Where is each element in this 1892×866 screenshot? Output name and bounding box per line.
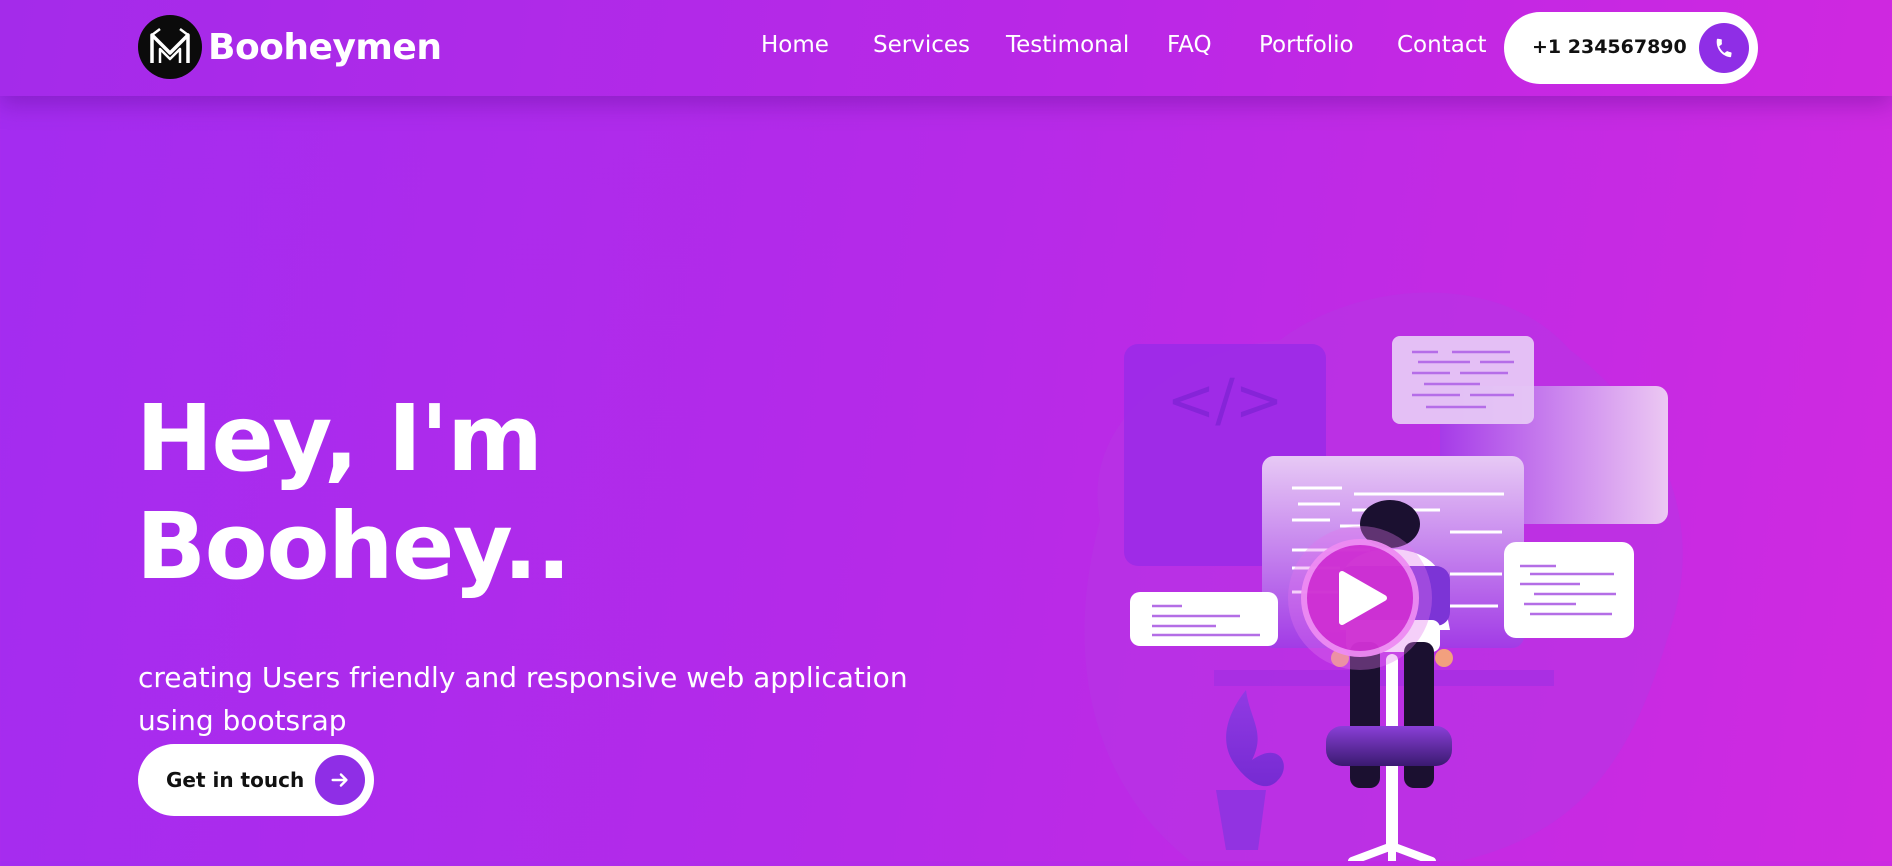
get-in-touch-label: Get in touch: [166, 768, 305, 792]
top-code-card: [1392, 336, 1534, 424]
hero-illustration: </>: [1040, 270, 1720, 865]
brand-name: Booheymen: [208, 26, 442, 68]
nav-home[interactable]: Home: [761, 32, 829, 58]
brand-logo[interactable]: Booheymen: [138, 15, 442, 79]
hero-subtitle: creating Users friendly and responsive w…: [138, 661, 908, 737]
hero-heading: Hey, I'm Boohey..: [136, 385, 896, 601]
phone-number: +1 234567890: [1532, 36, 1687, 58]
navbar: Booheymen Home Services Testimonal FAQ P…: [0, 0, 1892, 96]
get-in-touch-button[interactable]: Get in touch: [138, 744, 374, 816]
left-code-card: [1130, 592, 1278, 646]
nav-contact[interactable]: Contact: [1397, 32, 1486, 58]
nav-services[interactable]: Services: [873, 32, 970, 58]
monogram-m-logo-icon: [138, 15, 202, 79]
nav-faq[interactable]: FAQ: [1167, 32, 1212, 58]
nav-testimonal[interactable]: Testimonal: [1006, 32, 1129, 58]
hero-heading-line-2: Boohey..: [136, 493, 571, 600]
chair-seat: [1326, 726, 1452, 766]
desk: [1214, 670, 1554, 686]
nav-portfolio[interactable]: Portfolio: [1259, 32, 1354, 58]
code-symbol: </>: [1167, 366, 1284, 434]
hero-heading-line-1: Hey, I'm: [136, 385, 543, 492]
phone-icon[interactable]: [1699, 23, 1749, 73]
right-code-card: [1504, 542, 1634, 638]
arrow-right-icon: [315, 755, 365, 805]
phone-button[interactable]: +1 234567890: [1504, 12, 1758, 84]
